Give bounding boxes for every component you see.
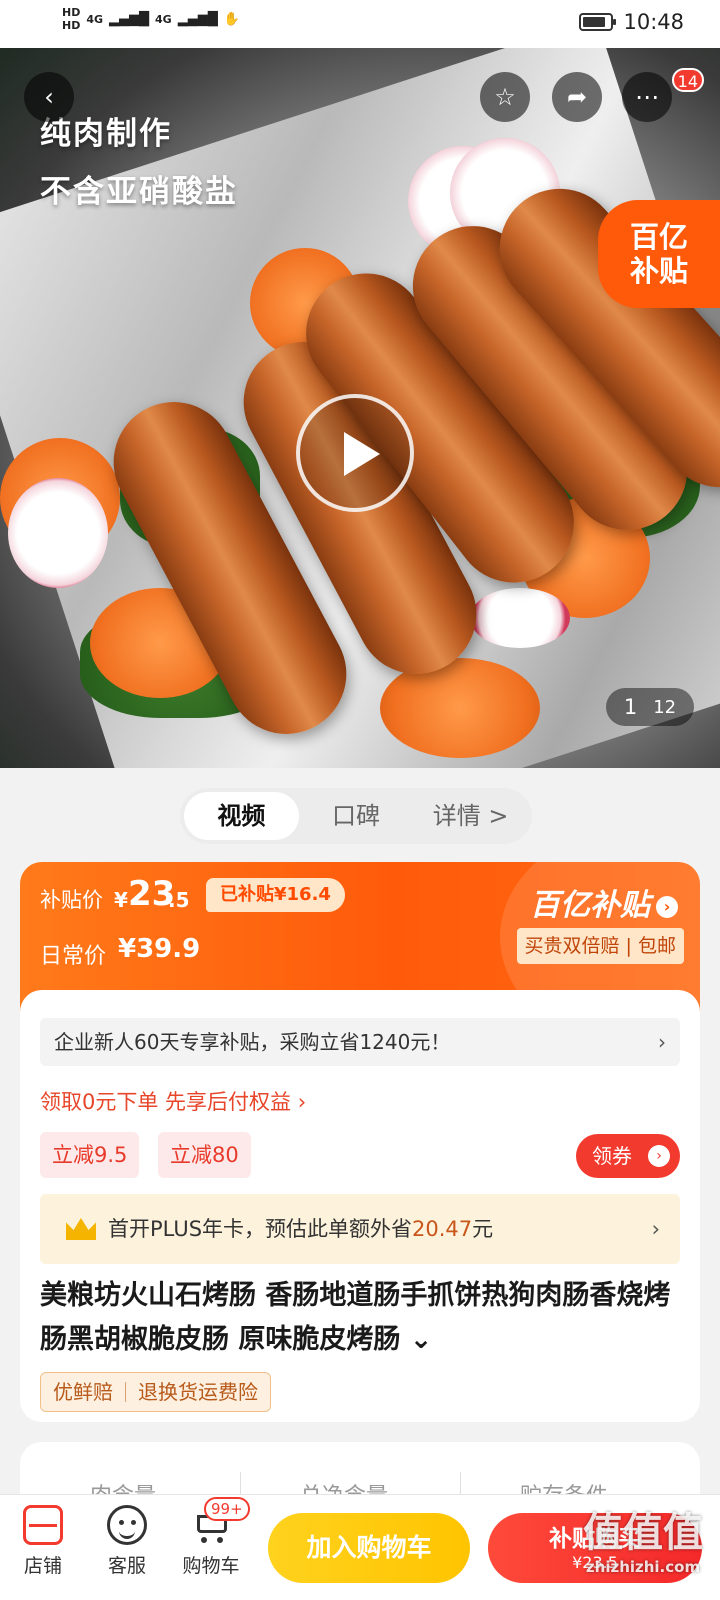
promo-section: 企业新人60天专享补贴，采购立省1240元！ › 领取0元下单 先享后付权益 ›… [20, 990, 700, 1422]
customer-service-icon [107, 1505, 147, 1545]
more-button[interactable]: ⋯ [622, 72, 672, 122]
pager-current: 1 [623, 695, 638, 719]
discount-chip-1[interactable]: 立减9.5 [40, 1132, 140, 1178]
plus-prefix: 首开PLUS年卡，预估此单额外省 [108, 1217, 413, 1241]
hd-indicator-2: HD [62, 19, 81, 32]
service-guarantees[interactable]: 优鲜赔 退换货运费险 [40, 1372, 271, 1412]
nav-service-label: 客服 [107, 1555, 146, 1577]
daily-price-value: ¥39.9 [118, 934, 201, 964]
subsidy-price-dec: .5 [168, 888, 190, 912]
star-icon: ☆ [494, 83, 516, 111]
signal-4g-1: 4G [86, 12, 104, 26]
clock: 10:48 [623, 10, 684, 34]
signal-bars-icon-2: ▂▄▆█ [177, 11, 218, 27]
plus-amount: 20.47 [412, 1217, 473, 1241]
status-signals: HD HD 4G ▂▄▆█ 4G ▂▄▆█ ✋ [62, 6, 240, 32]
badge-line1: 百亿 [629, 220, 688, 254]
subsidy-price-label: 补贴价 [40, 888, 103, 912]
media-tab-bar: 视频 口碑 详情 > [180, 788, 532, 844]
program-title: 百亿补贴 [530, 888, 650, 923]
cart-count-badge: 99+ [204, 1497, 250, 1521]
cart-wheel [201, 1537, 207, 1543]
signal-4g-2: 4G [155, 12, 172, 26]
status-bar: HD HD 4G ▂▄▆█ 4G ▂▄▆█ ✋ 10:48 [0, 0, 720, 48]
cart-wheel [217, 1537, 223, 1543]
product-title[interactable]: 美粮坊火山石烤肠 香肠地道肠手抓饼热狗肉肠香烧烤肠黑胡椒脆皮肠 原味脆皮烤肠 ⌄ [40, 1274, 680, 1362]
status-right: 10:48 [579, 10, 684, 34]
share-button[interactable]: ➦ [552, 72, 602, 122]
back-arrow-icon: ‹ [44, 83, 54, 111]
daily-price-label: 日常价 [40, 944, 107, 969]
subsidized-amount-tag: 已补贴¥16.4 [206, 878, 345, 912]
billion-subsidy-title[interactable]: 百亿补贴 › [530, 880, 678, 924]
product-hero-image[interactable]: 纯肉制作 不含亚硝酸盐 ‹ ☆ ➦ ⋯ 14 百亿 补贴 1 12 [0, 48, 720, 768]
chevron-right-icon: › [658, 1030, 666, 1054]
chevron-right-icon: › [651, 1217, 660, 1241]
guarantee-return-shipping: 退换货运费险 [138, 1380, 258, 1404]
play-video-button[interactable] [296, 394, 414, 512]
notification-badge: 14 [671, 68, 704, 92]
program-guarantee: 买贵双倍赔 | 包邮 [516, 928, 684, 964]
coupon-label: 领券 [592, 1144, 632, 1168]
chevron-right-icon: › [648, 1145, 670, 1167]
plus-membership-row[interactable]: 首开PLUS年卡，预估此单额外省20.47元 › [40, 1194, 680, 1264]
tab-reviews[interactable]: 口碑 [299, 792, 414, 840]
nav-shop[interactable]: 店铺 [8, 1505, 78, 1578]
enterprise-subsidy-row[interactable]: 企业新人60天专享补贴，采购立省1240元！ › [40, 1018, 680, 1066]
signal-bars-icon: ▂▄▆█ [109, 11, 150, 27]
billion-subsidy-badge: 百亿 补贴 [598, 200, 720, 308]
nav-cart-label: 购物车 [182, 1555, 240, 1577]
image-pager: 1 12 [606, 688, 694, 726]
badge-line2: 补贴 [629, 254, 688, 288]
add-to-cart-button[interactable]: 加入购物车 [268, 1513, 470, 1583]
shop-icon [23, 1505, 63, 1545]
hd-indicators: HD HD [62, 6, 80, 32]
hd-indicator-1: HD [62, 6, 81, 19]
more-dots-icon: ⋯ [635, 83, 659, 111]
plus-suffix: 元 [472, 1217, 494, 1241]
share-icon: ➦ [566, 83, 588, 111]
back-button[interactable]: ‹ [24, 72, 74, 122]
radish-slice [470, 588, 570, 648]
tab-details[interactable]: 详情 > [413, 792, 528, 840]
watermark-main: 值值值 [583, 1510, 703, 1556]
guarantee-fresh: 优鲜赔 [53, 1380, 113, 1404]
enterprise-subsidy-text: 企业新人60天专享补贴，采购立省1240元！ [54, 1030, 451, 1054]
nav-shop-label: 店铺 [23, 1555, 62, 1577]
chevron-right-icon: › [656, 895, 678, 918]
pay-later-link[interactable]: 领取0元下单 先享后付权益 › [40, 1086, 306, 1116]
subsidy-currency: ¥ [114, 888, 128, 912]
favorite-button[interactable]: ☆ [480, 72, 530, 122]
tab-video[interactable]: 视频 [184, 792, 299, 840]
divider [125, 1382, 126, 1402]
battery-icon [579, 13, 617, 31]
watermark-sub: zhizhizhi.com [585, 1558, 701, 1576]
discount-chip-2[interactable]: 立减80 [158, 1132, 251, 1178]
get-coupon-button[interactable]: 领券 › [576, 1134, 680, 1178]
nav-customer-service[interactable]: 客服 [92, 1505, 162, 1578]
radish-slice [8, 478, 108, 588]
pager-total: 12 [653, 696, 677, 718]
product-info-card: 补贴价 ¥ 23 .5 已补贴¥16.4 日常价 ¥39.9 百亿补贴 › 买贵双… [20, 862, 700, 1422]
hand-icon: ✋ [223, 11, 240, 27]
crown-icon [66, 1218, 96, 1240]
site-watermark: 值值值 zhizhizhi.com [568, 1500, 718, 1576]
hero-overlay-line2: 不含亚硝酸盐 [40, 174, 238, 210]
